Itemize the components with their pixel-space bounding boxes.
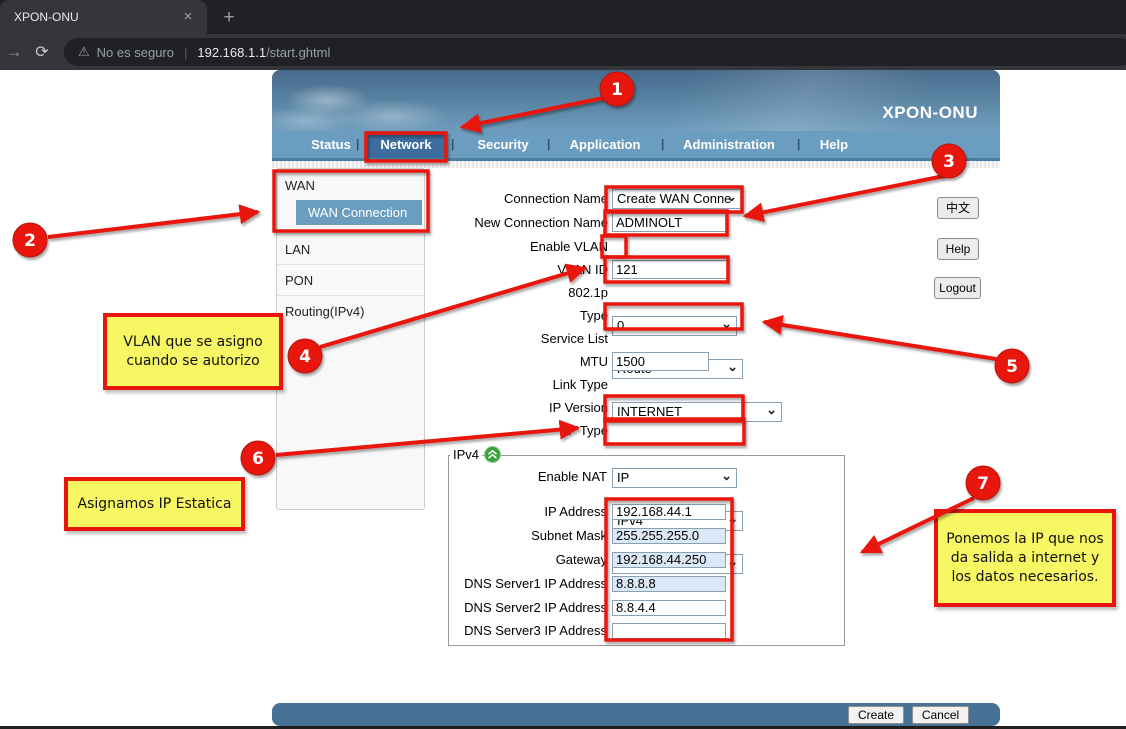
step-6: 6 — [252, 449, 264, 469]
browser-toolbar: → ⟳ ⚠ No es seguro | 192.168.1.1 /start.… — [0, 34, 1126, 70]
chinese-language-button[interactable]: 中文 — [937, 197, 979, 219]
ip-address-input[interactable] — [612, 504, 726, 520]
gateway-label: Gateway — [340, 550, 607, 570]
note-internet-ip: Ponemos la IP que nos da salida a intern… — [934, 509, 1116, 607]
tab-network[interactable]: Network — [367, 131, 445, 158]
content-top-band — [272, 161, 1000, 168]
subnet-mask-input[interactable] — [612, 528, 726, 544]
mtu-input[interactable] — [612, 352, 709, 371]
8021p-label: 802.1p — [340, 283, 608, 303]
service-list-label: Service List — [340, 329, 608, 349]
note-vlan: VLAN que se asigno cuando se autorizo — [103, 313, 283, 390]
ipv4-legend: IPv4 — [450, 447, 482, 462]
service-list-value: INTERNET — [617, 404, 682, 419]
tab-security[interactable]: Security — [464, 131, 542, 158]
reload-icon[interactable]: ⟳ — [28, 42, 56, 62]
enable-vlan-label: Enable VLAN — [340, 237, 608, 257]
highlight-ip-type — [605, 419, 744, 444]
8021p-value: 0 — [617, 318, 624, 333]
nav-separator: | — [547, 131, 550, 158]
forward-icon[interactable]: → — [0, 42, 28, 62]
vlan-id-input[interactable] — [612, 260, 728, 279]
close-icon[interactable]: × — [179, 8, 197, 26]
mtu-label: MTU — [340, 352, 608, 372]
collapse-icon[interactable] — [484, 446, 501, 463]
nav-separator: | — [661, 131, 664, 158]
gateway-input[interactable] — [612, 552, 726, 568]
vlan-id-label: VLAN ID — [340, 260, 608, 280]
url-host: 192.168.1.1 — [197, 45, 266, 60]
dns1-label: DNS Server1 IP Address — [340, 574, 607, 594]
cancel-button[interactable]: Cancel — [912, 706, 969, 724]
url-path: /start.ghtml — [266, 45, 330, 60]
note-static-ip: Asignamos IP Estatica — [64, 477, 245, 531]
help-button[interactable]: Help — [937, 238, 979, 260]
dns1-input[interactable] — [612, 576, 726, 592]
url-separator: | — [184, 45, 187, 60]
warning-icon: ⚠ — [78, 44, 90, 60]
step-5: 5 — [1006, 357, 1018, 377]
nav-separator: | — [451, 131, 454, 158]
nav-separator: | — [356, 131, 359, 158]
tab-application[interactable]: Application — [562, 131, 648, 158]
tab-help[interactable]: Help — [812, 131, 856, 158]
ip-address-label: IP Address — [340, 502, 607, 522]
browser-tab[interactable]: XPON-ONU × — [0, 0, 207, 34]
create-button[interactable]: Create — [848, 706, 904, 724]
type-label: Type — [340, 306, 608, 326]
tab-status[interactable]: Status — [286, 131, 376, 158]
main-nav: Status | Network | Security | Applicatio… — [272, 131, 1000, 158]
step-2: 2 — [24, 231, 36, 251]
connection-name-select[interactable]: Create WAN Conne — [612, 189, 742, 209]
ip-version-label: IP Version — [340, 398, 608, 418]
nav-separator: | — [797, 131, 800, 158]
url-bar[interactable]: ⚠ No es seguro | 192.168.1.1 /start.ghtm… — [64, 38, 1126, 66]
browser-tab-bar: XPON-ONU × + — [0, 0, 1126, 34]
arrow-3 — [745, 176, 944, 216]
tab-administration[interactable]: Administration — [672, 131, 786, 158]
dns2-input[interactable] — [612, 600, 726, 616]
connection-name-value: Create WAN Conne — [617, 191, 731, 206]
security-warning-label[interactable]: No es seguro — [97, 45, 174, 60]
arrow-2 — [48, 212, 258, 237]
enable-nat-label: Enable NAT — [340, 467, 607, 487]
8021p-select[interactable]: 0 — [612, 316, 737, 336]
ip-type-label: IP Type — [340, 421, 608, 441]
screen: XPON-ONU × + → ⟳ ⚠ No es seguro | 192.16… — [0, 0, 1126, 729]
dns2-label: DNS Server2 IP Address — [340, 598, 607, 618]
new-connection-name-input[interactable] — [612, 213, 728, 232]
step-7: 7 — [977, 474, 989, 494]
logout-button[interactable]: Logout — [934, 277, 981, 299]
arrow-5 — [764, 322, 996, 359]
service-list-select[interactable]: INTERNET — [612, 402, 782, 422]
dns3-label: DNS Server3 IP Address — [340, 621, 607, 641]
new-connection-name-label: New Connection Name — [340, 213, 608, 233]
site-banner: XPON-ONU — [272, 70, 1000, 131]
tab-title: XPON-ONU — [14, 10, 179, 24]
dns3-input[interactable] — [612, 623, 726, 639]
link-type-label: Link Type — [340, 375, 608, 395]
new-tab-icon[interactable]: + — [216, 5, 242, 31]
site-title: XPON-ONU — [882, 103, 978, 123]
connection-name-label: Connection Name — [340, 189, 608, 209]
subnet-mask-label: Subnet Mask — [340, 526, 607, 546]
